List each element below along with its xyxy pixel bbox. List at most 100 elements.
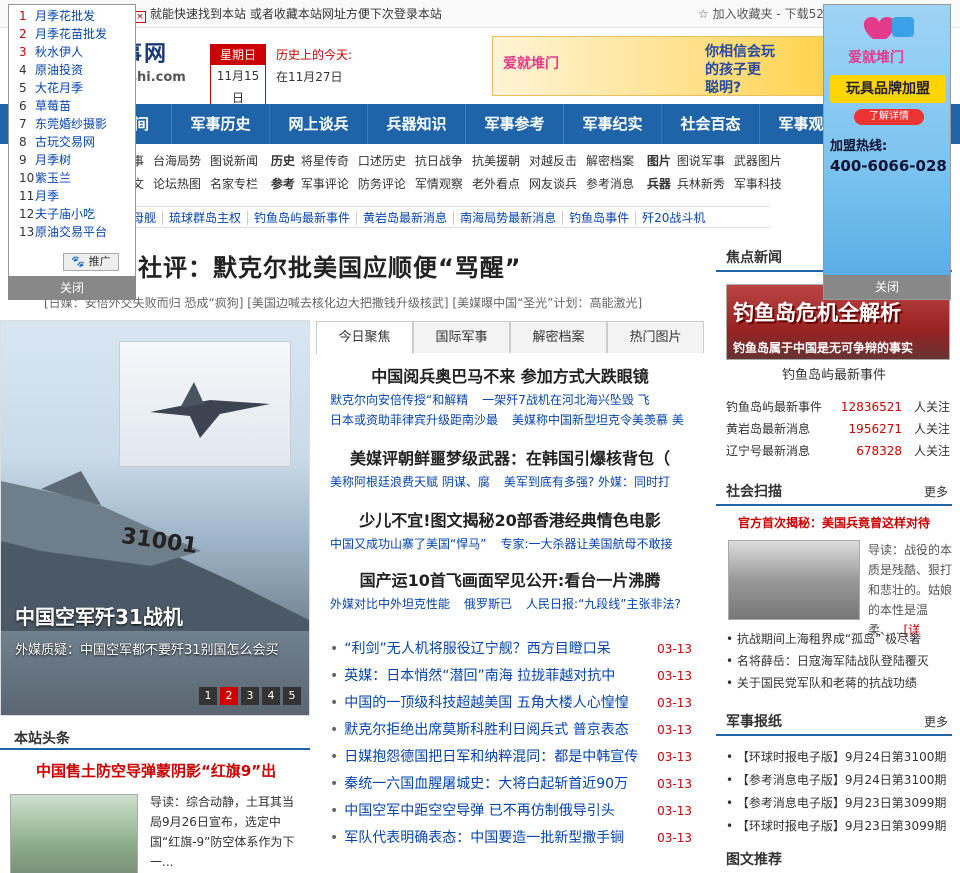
- tab-declassified[interactable]: 解密档案: [510, 321, 607, 353]
- social-title[interactable]: 官方首次揭秘：美国兵竟曾这样对待: [716, 514, 952, 531]
- slider-page-5[interactable]: 5: [283, 687, 301, 705]
- social-more-link[interactable]: 更多: [924, 478, 948, 506]
- list-item[interactable]: • 英媒：日本悄然“潜回”南海 拉拢菲越对抗中 03-13: [330, 663, 698, 690]
- nav-item-military-history[interactable]: 军事历史: [172, 104, 270, 144]
- banner-slogan: 你相信会玩 的孩子更 聪明?: [705, 44, 775, 96]
- list-item[interactable]: • 军队代表明确表态：中国要造一批新型撒手锏 03-13: [330, 825, 698, 852]
- nav-item-weapons[interactable]: 兵器知识: [368, 104, 466, 144]
- list-item[interactable]: 2 月季花苗批发: [19, 25, 135, 43]
- social-image[interactable]: [728, 540, 860, 620]
- right-float-ad[interactable]: 爱就堆门 玩具品牌加盟 了解详情 加盟热线: 400-6066-028 关闭: [823, 4, 951, 300]
- slider-page-1[interactable]: 1: [199, 687, 217, 705]
- focus-list: 钓鱼岛屿最新事件 12836521 人关注 黄岩岛最新消息 1956271 人关注 辽宁…: [726, 396, 952, 462]
- favorite-link[interactable]: ☆ 加入收藏夹 - 下载52: [698, 0, 824, 28]
- focus-news-2: 美媒评朝鲜噩梦级武器：在韩国引爆核背包（ 美称阿根廷浪费天赋 阴谋、腐 美军到底有…: [330, 449, 671, 489]
- list-item[interactable]: • “利剑”无人机将服役辽宁舰？西方目瞪口呆 03-13: [330, 636, 698, 663]
- site-headline-header: 本站头条: [0, 724, 310, 750]
- focus-news-4: 国产运10首飞画面罕见公开:看台一片沸腾 外媒对比中外坦克性能 俄罗斯已 人民日报:…: [330, 571, 681, 611]
- paw-icon: 🐾: [71, 255, 86, 268]
- list-item[interactable]: • 【环球时报电子版】9月24日第3100期: [726, 746, 960, 769]
- list-item[interactable]: • 【参考消息电子版】9月23日第3099期: [726, 792, 960, 815]
- left-float-ad: 1 月季花批发 2 月季花苗批发 3 秋水伊人 4 原油投资 5 大花月季 6 草莓苗 7东…: [8, 4, 136, 300]
- left-ad-close-button[interactable]: 关闭: [8, 276, 136, 300]
- list-item[interactable]: 8 古玩交易网: [19, 133, 135, 151]
- social-list: • 抗战期间上海租界成“孤岛” 极尽奢 • 名将薛岳：日寇海军陆战队登陆覆灭 •…: [726, 628, 960, 694]
- hotline-number: 400-6066-028: [830, 157, 947, 175]
- list-item[interactable]: • 【参考消息电子版】9月24日第3100期: [726, 769, 960, 792]
- subnav-row-2: 博文论坛热图名家专栏 参考军事评论防务评论军情观察老外看点网友谈兵参考消息 兵器…: [120, 177, 782, 191]
- focus-news-1: 中国阅兵奥巴马不来 参加方式大跌眼镜 默克尔向安倍传授“和解精 一架歼7战机在河北…: [330, 367, 684, 427]
- banner-brand: 爱就堆门: [503, 56, 559, 72]
- tab-today-focus[interactable]: 今日聚焦: [316, 321, 413, 354]
- paper-more-link[interactable]: 更多: [924, 708, 948, 736]
- list-item[interactable]: 10紫玉兰: [19, 169, 135, 187]
- top-bar: × 就能快速找到本站 或者收藏本站网址方便下次登录本站 ☆ 加入收藏夹 - 下载5…: [0, 0, 960, 28]
- slider-caption-sub[interactable]: 外媒质疑：中国空军都不要歼31别国怎么会买: [15, 639, 279, 658]
- site-headline-text: 导读：综合动静，土耳其当局9月26日宣布，选定中国“红旗-9”防空体系作为下一.…: [150, 795, 295, 869]
- list-item[interactable]: 1 月季花批发: [19, 7, 135, 25]
- slider-caption-title[interactable]: 中国空军歼31战机: [15, 601, 183, 630]
- right-ad-image[interactable]: 爱就堆门 玩具品牌加盟 了解详情 加盟热线: 400-6066-028: [824, 5, 950, 277]
- nav-item-reference[interactable]: 军事参考: [466, 104, 564, 144]
- main-nav: 间 军事历史 网上谈兵 兵器知识 军事参考 军事纪实 社会百态 军事观察: [0, 104, 960, 144]
- learn-more-button[interactable]: 了解详情: [854, 109, 924, 125]
- download-link[interactable]: 下载52: [785, 7, 824, 21]
- paper-box-header: 军事报纸 更多: [716, 708, 952, 736]
- list-item[interactable]: 7 东莞婚纱摄影: [19, 115, 135, 133]
- nav-item-online-talk[interactable]: 网上谈兵: [270, 104, 368, 144]
- history-today[interactable]: 历史上的今天: 在11月27日: [276, 44, 352, 88]
- list-item[interactable]: • 中国的一顶级科技超越美国 五角大楼人心惶惶 03-13: [330, 690, 698, 717]
- ad-tag[interactable]: 🐾 推广: [63, 253, 119, 271]
- list-item[interactable]: 3 秋水伊人: [19, 43, 135, 61]
- site-headline-title[interactable]: 中国售土防空导弹蒙阴影“红旗9”出: [36, 760, 276, 781]
- list-item[interactable]: • 抗战期间上海租界成“孤岛” 极尽奢: [726, 628, 960, 650]
- hot-topics-bar: 空母舰 琉球群岛主权 钓鱼岛屿最新事件 黄岩岛最新消息 南海局势最新消息 钓鱼岛事件 歼20…: [120, 206, 770, 228]
- list-item[interactable]: 13原油交易平台: [19, 223, 135, 241]
- date: 11月15日: [216, 69, 260, 105]
- slider-page-2[interactable]: 2: [220, 687, 238, 705]
- list-item[interactable]: 5 大花月季: [19, 79, 135, 97]
- weekday: 星期日: [211, 45, 265, 65]
- list-item[interactable]: 辽宁号最新消息 678328 人关注: [726, 440, 952, 462]
- subnav-row-1: 军事台海局势图说新闻 历史将星传奇口述历史抗日战争抗美援朝对越反击解密档案 图片…: [120, 154, 782, 168]
- focus-news-3: 少儿不宜!图文揭秘20部香港经典情色电影 中国又成功山寨了美国“悍马” 专家:一大…: [330, 511, 673, 551]
- tab-international[interactable]: 国际军事: [413, 321, 510, 353]
- list-item[interactable]: • 中国空军中距空空导弹 已不再仿制俄导引头 03-13: [330, 798, 698, 825]
- list-item[interactable]: • 【环球时报电子版】9月23日第3099期: [726, 815, 960, 838]
- list-item[interactable]: 6 草莓苗: [19, 97, 135, 115]
- nav-item-documentary[interactable]: 军事纪实: [564, 104, 662, 144]
- social-box-header: 社会扫描 更多: [716, 478, 952, 506]
- list-item[interactable]: 黄岩岛最新消息 1956271 人关注: [726, 418, 952, 440]
- top-message: × 就能快速找到本站 或者收藏本站网址方便下次登录本站: [134, 0, 442, 28]
- photo-slider[interactable]: 31001 中国空军歼31战机 外媒质疑：中国空军都不要歼31别国怎么会买 12…: [0, 320, 310, 716]
- list-item[interactable]: 12夫子庙小吃: [19, 205, 135, 223]
- list-item[interactable]: 钓鱼岛屿最新事件 12836521 人关注: [726, 396, 952, 418]
- slider-page-3[interactable]: 3: [241, 687, 259, 705]
- list-item[interactable]: 11月季: [19, 187, 135, 205]
- heart-logo-icon: [863, 17, 914, 39]
- paper-list: • 【环球时报电子版】9月24日第3100期 • 【参考消息电子版】9月24日第…: [726, 746, 960, 838]
- right-ad-close-button[interactable]: 关闭: [824, 275, 950, 299]
- social-text: 导读：战役的本质是残酷、狠打和悲壮的。姑娘的本性是温柔、...[详: [868, 543, 953, 637]
- slider-page-4[interactable]: 4: [262, 687, 280, 705]
- main-headline[interactable]: 社评：默克尔批美国应顺便“骂醒”: [138, 248, 522, 283]
- picture-box-header: 图文推荐: [726, 852, 782, 868]
- slider-pagination: 12345: [196, 687, 301, 705]
- nav-item-society[interactable]: 社会百态: [662, 104, 760, 144]
- site-headline-image[interactable]: [10, 794, 138, 873]
- list-item[interactable]: • 默克尔拒绝出席莫斯科胜利日阅兵式 普京表态 03-13: [330, 717, 698, 744]
- top-banner-ad[interactable]: 爱就堆门 你相信会玩 的孩子更 聪明?: [492, 36, 832, 96]
- list-item[interactable]: • 日媒抱怨德国把日军和纳粹混同：都是中韩宣传 03-13: [330, 744, 698, 771]
- list-item[interactable]: 9 月季树: [19, 151, 135, 169]
- list-item[interactable]: • 关于国民党军队和老蒋的抗战功绩: [726, 672, 960, 694]
- left-ad-list: 1 月季花批发 2 月季花苗批发 3 秋水伊人 4 原油投资 5 大花月季 6 草莓苗 7东…: [9, 5, 135, 241]
- list-item[interactable]: • 名将薛岳：日寇海军陆战队登陆覆灭: [726, 650, 960, 672]
- focus-caption[interactable]: 钓鱼岛屿最新事件: [716, 364, 952, 383]
- tab-hot-pictures[interactable]: 热门图片: [607, 321, 704, 353]
- jet-inset-image: [119, 341, 291, 467]
- news-list: • “利剑”无人机将服役辽宁舰？西方目瞪口呆 03-13 • 英媒：日本悄然“潜回”南…: [330, 636, 698, 852]
- list-item[interactable]: • 秦统一六国血腥屠城史：大将白起斩首近90万 03-13: [330, 771, 698, 798]
- news-tabs: 今日聚焦 国际军事 解密档案 热门图片: [316, 321, 704, 354]
- date-box: 星期日 11月15日: [210, 44, 266, 110]
- list-item[interactable]: 4 原油投资: [19, 61, 135, 79]
